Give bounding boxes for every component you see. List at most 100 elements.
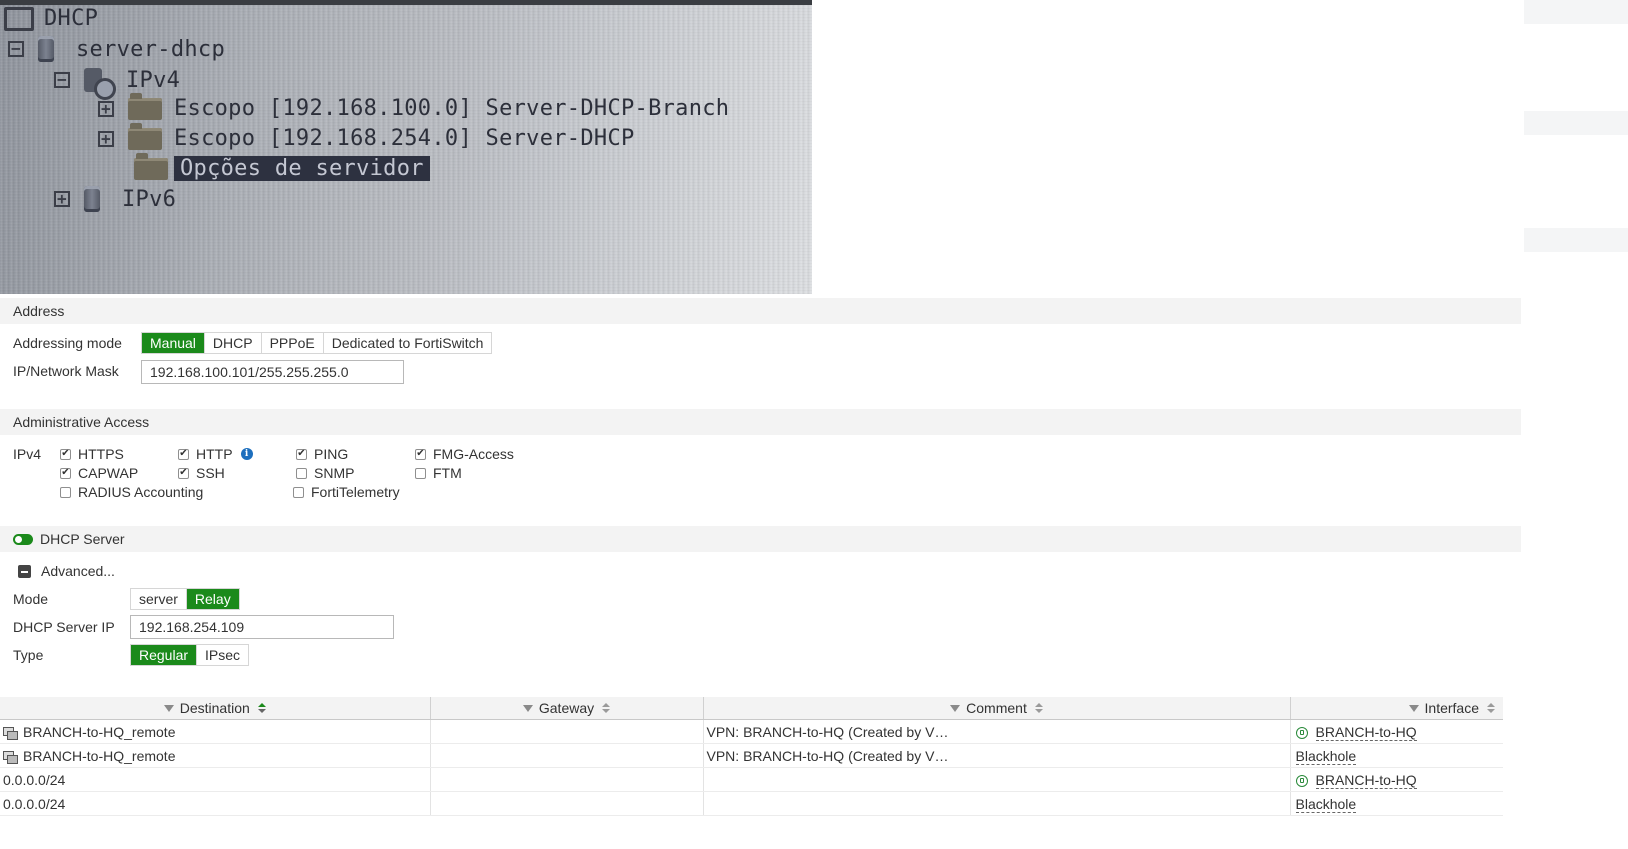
checkbox-checked[interactable] [178, 448, 189, 460]
mode-fortiswitch-button[interactable]: Dedicated to FortiSwitch [323, 333, 492, 353]
snmp-checkbox[interactable]: SNMP [296, 465, 354, 481]
section-title: Administrative Access [13, 414, 150, 430]
filter-icon[interactable] [1408, 704, 1419, 712]
dhcp-type-selector: Regular IPsec [130, 644, 250, 666]
advanced-label: Advanced... [41, 563, 115, 579]
checkbox-label: FTM [433, 465, 462, 481]
sort-icon[interactable] [1487, 703, 1495, 713]
column-header-gateway[interactable]: Gateway [430, 697, 704, 720]
collapse-icon: − [8, 41, 24, 57]
cell-destination: 0.0.0.0/24 [0, 767, 431, 792]
folder-icon [128, 122, 162, 150]
dhcp-console-icon [4, 6, 34, 31]
dhcp-mode-selector: server Relay [130, 588, 240, 610]
cell-gateway [430, 767, 704, 792]
cell-gateway [430, 719, 704, 744]
expand-icon: + [98, 100, 114, 117]
https-checkbox[interactable]: HTTPS [60, 446, 124, 462]
radius-accounting-checkbox[interactable]: RADIUS Accounting [60, 484, 203, 500]
column-header-interface[interactable]: Interface [1290, 697, 1503, 720]
interface-link[interactable]: Blackhole [1295, 747, 1357, 765]
admin-access-section-header: Administrative Access [0, 409, 1521, 435]
capwap-checkbox[interactable]: CAPWAP [60, 465, 138, 481]
interface-link[interactable]: BRANCH-to-HQ [1315, 723, 1417, 741]
server-options-icon [134, 152, 168, 180]
info-icon[interactable]: i [240, 448, 253, 460]
dhcp-mode-label: Mode [13, 591, 49, 607]
checkbox-checked[interactable] [415, 448, 426, 460]
column-label: Destination [179, 700, 250, 716]
mode-dhcp-button[interactable]: DHCP [204, 333, 262, 353]
mode-pppoe-button[interactable]: PPPoE [261, 333, 324, 353]
tree-root-dhcp: DHCP [4, 6, 98, 31]
mode-server-button[interactable]: server [131, 589, 187, 609]
tree-scope-1: + Escopo [192.168.100.0] Server-DHCP-Bra… [98, 92, 729, 121]
advanced-expander[interactable]: Advanced... [18, 563, 115, 579]
checkbox-checked[interactable] [60, 448, 71, 460]
interface-link[interactable]: BRANCH-to-HQ [1315, 771, 1417, 789]
addressing-mode-selector: Manual DHCP PPPoE Dedicated to FortiSwit… [141, 332, 493, 354]
filter-icon[interactable] [950, 704, 961, 712]
collapse-icon[interactable] [18, 564, 31, 578]
ssh-checkbox[interactable]: SSH [178, 465, 225, 481]
checkbox-unchecked[interactable] [415, 467, 426, 479]
sort-icon[interactable] [602, 703, 611, 713]
table-row[interactable]: 0.0.0.0/24 BRANCH-to-HQ [0, 767, 1503, 792]
checkbox-label: RADIUS Accounting [78, 484, 204, 500]
collapse-icon: − [54, 72, 70, 88]
destination-text: BRANCH-to-HQ_remote [23, 747, 176, 764]
cell-interface: BRANCH-to-HQ [1290, 767, 1503, 792]
dhcp-server-toggle[interactable] [13, 533, 33, 545]
ip-mask-input[interactable]: 192.168.100.101/255.255.255.0 [141, 360, 404, 384]
sort-icon[interactable] [257, 703, 266, 713]
type-regular-button[interactable]: Regular [131, 645, 198, 665]
background-block [1524, 0, 1628, 24]
type-ipsec-button[interactable]: IPsec [197, 645, 249, 665]
http-checkbox[interactable]: HTTP i [178, 446, 253, 462]
checkbox-unchecked[interactable] [293, 486, 304, 498]
dhcp-type-label: Type [13, 647, 44, 663]
cell-comment: VPN: BRANCH-to-HQ (Created by V… [703, 743, 1291, 768]
table-row[interactable]: 0.0.0.0/24 Blackhole [0, 791, 1503, 816]
tree-label-scope-2: Escopo [192.168.254.0] Server-DHCP [174, 126, 635, 151]
filter-icon[interactable] [522, 704, 533, 712]
checkbox-checked[interactable] [60, 467, 71, 479]
checkbox-label: FMG-Access [433, 446, 514, 462]
destination-text: BRANCH-to-HQ_remote [23, 723, 176, 740]
tree-label-ipv6: IPv6 [122, 186, 177, 212]
tree-label-dhcp: DHCP [44, 6, 99, 31]
fortitelemetry-checkbox[interactable]: FortiTelemetry [293, 484, 400, 500]
checkbox-checked[interactable] [296, 448, 307, 460]
dhcp-console-photo: DHCP − server-dhcp − IPv4 + Escopo [192.… [0, 0, 812, 294]
table-row[interactable]: BRANCH-to-HQ_remote VPN: BRANCH-to-HQ (C… [0, 719, 1503, 744]
ping-checkbox[interactable]: PING [296, 446, 348, 462]
checkbox-unchecked[interactable] [60, 486, 71, 498]
tree-ipv6: + IPv6 [54, 186, 176, 212]
checkbox-checked[interactable] [178, 467, 189, 479]
column-header-destination[interactable]: Destination [0, 697, 431, 720]
sort-icon[interactable] [1034, 703, 1043, 713]
ipv4-icon [84, 66, 116, 100]
tree-label-server-options: Opções de servidor [174, 156, 430, 181]
filter-icon[interactable] [163, 704, 174, 712]
vpn-tunnel-icon [1295, 774, 1308, 787]
mode-manual-button[interactable]: Manual [142, 333, 205, 353]
ftm-checkbox[interactable]: FTM [415, 465, 462, 481]
cell-comment: VPN: BRANCH-to-HQ (Created by V… [703, 719, 1291, 744]
dhcp-server-ip-input[interactable]: 192.168.254.109 [130, 615, 394, 639]
checkbox-label: PING [314, 446, 349, 462]
address-section-header: Address [0, 298, 1521, 324]
checkbox-unchecked[interactable] [296, 467, 307, 479]
dhcp-server-ip-label: DHCP Server IP [13, 619, 115, 635]
mode-relay-button[interactable]: Relay [186, 589, 239, 609]
ipv6-icon [84, 186, 100, 212]
column-header-comment[interactable]: Comment [703, 697, 1291, 720]
tree-ipv4: − IPv4 [54, 66, 180, 100]
checkbox-label: HTTP [196, 446, 233, 462]
table-row[interactable]: BRANCH-to-HQ_remote VPN: BRANCH-to-HQ (C… [0, 743, 1503, 768]
expand-icon: + [98, 130, 114, 147]
cell-destination: BRANCH-to-HQ_remote [0, 719, 431, 744]
address-object-icon [3, 726, 18, 740]
interface-link[interactable]: Blackhole [1295, 795, 1357, 813]
fmg-access-checkbox[interactable]: FMG-Access [415, 446, 514, 462]
